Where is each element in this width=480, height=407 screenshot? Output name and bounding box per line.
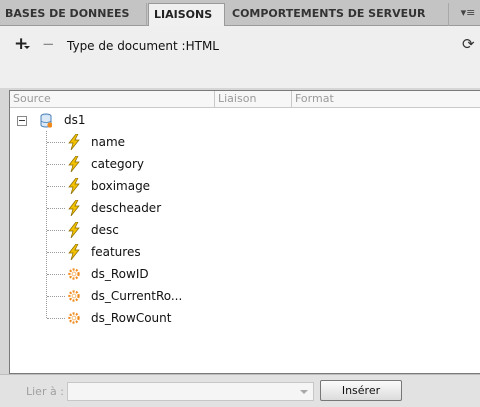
bind-to-bar: Lier à : Insérer xyxy=(0,374,480,407)
list-item[interactable]: features xyxy=(10,241,480,263)
document-type-label: Type de document :HTML xyxy=(67,39,219,53)
field-name: ds_RowCount xyxy=(91,311,172,325)
bindings-tree: ds1 name category boximage descheader de… xyxy=(10,109,480,373)
lightning-icon xyxy=(68,134,80,150)
gear-icon xyxy=(68,290,80,302)
column-header-source[interactable]: Source xyxy=(10,91,215,108)
lightning-icon xyxy=(68,200,80,216)
table-header: Source Liaison Format xyxy=(10,91,480,108)
dataset-name: ds1 xyxy=(64,113,86,127)
tree-connector xyxy=(47,186,65,187)
tab-comportements-de-serveur[interactable]: COMPORTEMENTS DE SERVEUR xyxy=(227,3,449,26)
field-name: ds_RowID xyxy=(91,267,149,281)
tree-connector xyxy=(47,230,65,231)
list-item[interactable]: ds_RowID xyxy=(10,263,480,285)
collapse-toggle-icon[interactable] xyxy=(17,116,27,126)
lightning-icon xyxy=(68,178,80,194)
tree-connector xyxy=(47,142,65,143)
list-item[interactable]: descheader xyxy=(10,197,480,219)
panel-tab-bar: BASES DE DONNEES LIAISONS COMPORTEMENTS … xyxy=(0,0,480,27)
dataset-row[interactable]: ds1 xyxy=(10,109,480,131)
field-name: ds_CurrentRo... xyxy=(91,289,183,303)
field-name: boximage xyxy=(91,179,151,193)
tree-connector xyxy=(47,164,65,165)
gear-icon xyxy=(68,312,80,324)
tab-bases-de-donnees[interactable]: BASES DE DONNEES xyxy=(0,3,147,26)
tree-connector xyxy=(47,274,65,275)
bindings-toolbar: + − Type de document :HTML ⟳ xyxy=(0,26,480,88)
database-icon xyxy=(40,113,52,128)
column-header-format[interactable]: Format xyxy=(292,91,480,108)
tree-connector xyxy=(47,208,65,209)
tab-liaisons[interactable]: LIAISONS xyxy=(148,3,225,27)
lightning-icon xyxy=(68,156,80,172)
list-item[interactable]: ds_RowCount xyxy=(10,307,480,329)
chevron-down-icon[interactable] xyxy=(300,390,308,394)
tree-connector xyxy=(47,318,65,319)
refresh-icon[interactable]: ⟳ xyxy=(462,35,475,53)
tree-connector xyxy=(47,252,65,253)
list-item[interactable]: name xyxy=(10,131,480,153)
add-binding-dropdown-icon[interactable] xyxy=(24,46,30,49)
add-binding-button[interactable]: + xyxy=(14,35,28,53)
insert-button[interactable]: Insérer xyxy=(320,380,402,401)
field-name: desc xyxy=(91,223,119,237)
remove-binding-button[interactable]: − xyxy=(42,35,55,53)
column-header-liaison[interactable]: Liaison xyxy=(215,91,292,108)
list-item[interactable]: category xyxy=(10,153,480,175)
gear-icon xyxy=(68,268,80,280)
list-item[interactable]: desc xyxy=(10,219,480,241)
field-name: category xyxy=(91,157,145,171)
tree-connector xyxy=(47,296,65,297)
bindings-table: Source Liaison Format ds1 name category … xyxy=(9,90,480,374)
field-name: descheader xyxy=(91,201,162,215)
field-name: features xyxy=(91,245,141,259)
list-item[interactable]: ds_CurrentRo... xyxy=(10,285,480,307)
lier-a-label: Lier à : xyxy=(26,385,64,398)
lightning-icon xyxy=(68,222,80,238)
lightning-icon xyxy=(68,244,80,260)
list-item[interactable]: boximage xyxy=(10,175,480,197)
panel-options-menu-icon[interactable]: ▾≡ xyxy=(460,5,476,21)
field-name: name xyxy=(91,135,126,149)
bind-to-select[interactable] xyxy=(67,382,314,401)
